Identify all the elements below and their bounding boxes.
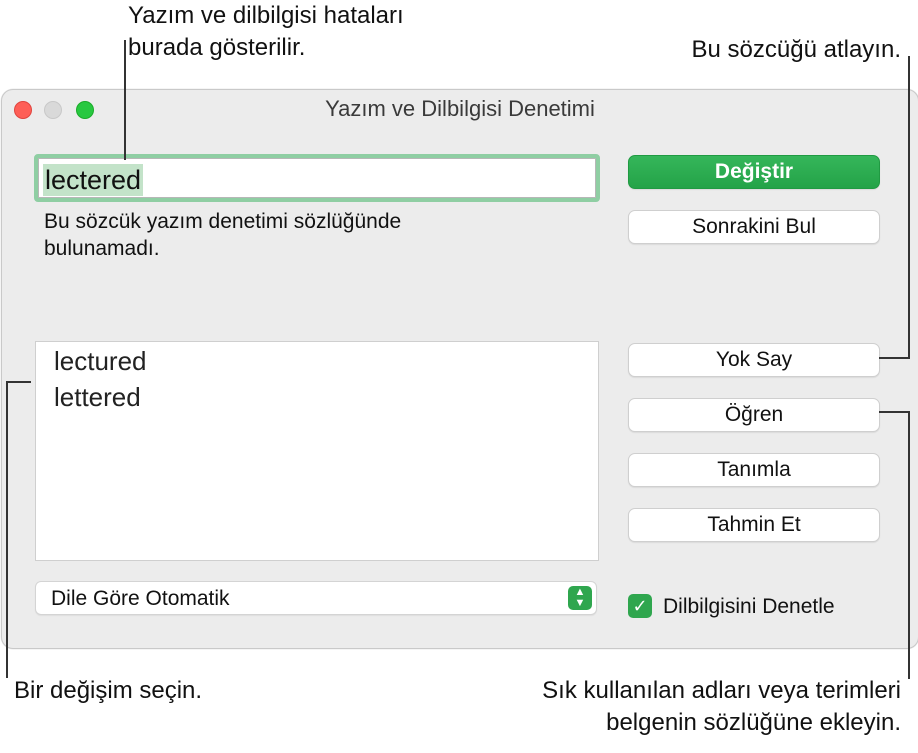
checkmark-icon[interactable]: ✓ [628, 594, 652, 618]
ignore-button[interactable]: Yok Say [628, 343, 880, 377]
status-message: Bu sözcük yazım denetimi sözlüğünde bulu… [44, 210, 402, 260]
callout-ignore-leader [908, 56, 910, 359]
callout-choose-text: Bir değişim seçin. [14, 677, 203, 704]
grammar-check-label: Dilbilgisini Denetle [663, 595, 835, 618]
window-title: Yazım ve Dilbilgisi Denetimi [325, 96, 595, 121]
callout-errors-line2: burada gösterilir. [128, 34, 306, 61]
suggestions-list[interactable]: lectured lettered [35, 341, 599, 561]
find-next-button[interactable]: Sonrakini Bul [628, 210, 880, 244]
callout-choose-leader-h [6, 381, 31, 383]
misspelled-word: lectered [43, 164, 144, 196]
callout-errors: Yazım ve dilbilgisi hataları burada göst… [128, 0, 404, 64]
language-select-value: Dile Göre Otomatik [51, 587, 230, 610]
callout-choose-leader [6, 381, 8, 678]
guess-button[interactable]: Tahmin Et [628, 508, 880, 542]
suggestion-item[interactable]: lettered [54, 380, 141, 414]
language-select[interactable]: Dile Göre Otomatik ▲ ▼ [35, 581, 597, 615]
callout-learn-line1: Sık kullanılan adları veya terimleri [542, 677, 901, 704]
misspelled-word-field[interactable]: lectered [34, 154, 600, 202]
suggestion-item[interactable]: lectured [54, 344, 147, 378]
callout-errors-leader [124, 40, 126, 160]
callout-ignore-leader-h [879, 357, 910, 359]
learn-button[interactable]: Öğren [628, 398, 880, 432]
callout-learn-leader-h [879, 411, 910, 413]
callout-learn: Sık kullanılan adları veya terimleri bel… [542, 675, 901, 739]
define-button[interactable]: Tanımla [628, 453, 880, 487]
updown-arrows-icon: ▲ ▼ [568, 586, 592, 610]
callout-learn-leader [908, 411, 910, 679]
change-button[interactable]: Değiştir [628, 155, 880, 189]
callout-ignore: Bu sözcüğü atlayın. [692, 34, 901, 66]
callout-learn-line2: belgenin sözlüğüne ekleyin. [606, 709, 901, 736]
callout-errors-line1: Yazım ve dilbilgisi hataları [128, 2, 404, 29]
title-bar: Yazım ve Dilbilgisi Denetimi [2, 90, 918, 130]
callout-ignore-text: Bu sözcüğü atlayın. [691, 36, 901, 63]
callout-choose: Bir değişim seçin. [14, 675, 202, 707]
spelling-grammar-window: Yazım ve Dilbilgisi Denetimi lectered Bu… [1, 89, 918, 649]
